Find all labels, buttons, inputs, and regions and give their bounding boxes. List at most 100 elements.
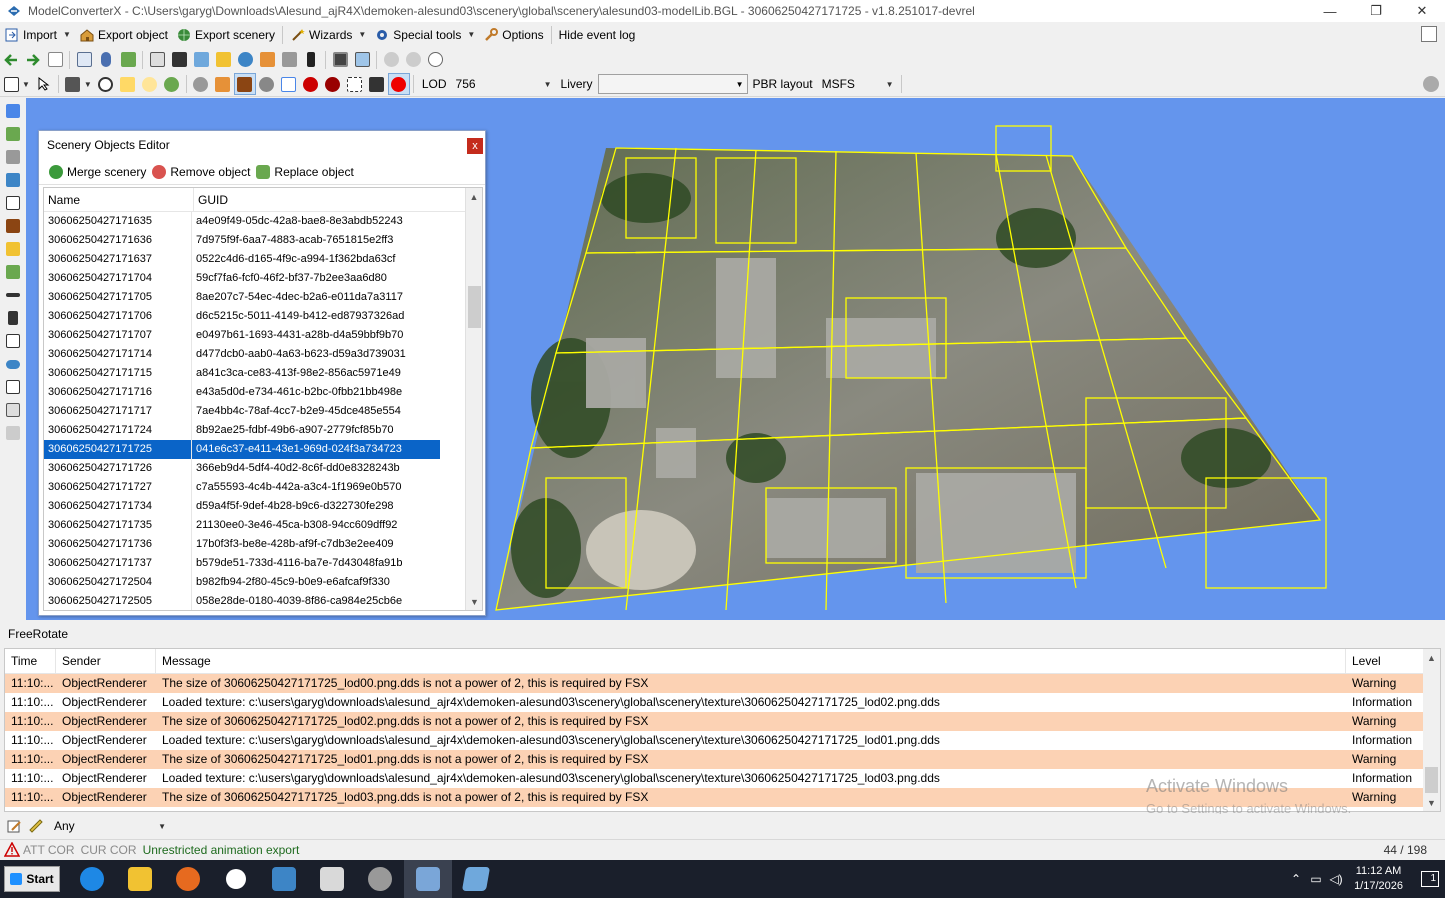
table-row[interactable]: 30606250427171635 a4e09f49-05dc-42a8-bae8… <box>44 212 482 231</box>
table-row[interactable]: 30606250427171716 e43a5d0d-e734-461c-b2bc… <box>44 383 482 402</box>
table-row[interactable]: 30606250427171707 e0497b61-1693-4431-a28b… <box>44 326 482 345</box>
scroll-up-icon[interactable]: ▲ <box>1423 649 1440 666</box>
network-icon[interactable]: ▭ <box>1306 860 1326 898</box>
airplane-icon[interactable] <box>3 307 23 329</box>
node-graph-icon[interactable] <box>3 169 23 191</box>
table-row[interactable]: 30606250427172505 058e28de-0180-4039-8f86… <box>44 592 482 610</box>
table-row[interactable]: 30606250427171717 7ae4bb4c-78af-4cc7-b2e9… <box>44 402 482 421</box>
level-filter-select[interactable]: Any ▼ <box>50 816 170 836</box>
pin-icon[interactable] <box>95 49 117 71</box>
terrain-icon[interactable] <box>3 261 23 283</box>
measure-icon[interactable] <box>3 284 23 306</box>
table-row[interactable]: 30606250427171704 59cf7fa6-fcf0-46f2-bf37… <box>44 269 482 288</box>
table-row[interactable]: 30606250427171715 a841c3ca-ce83-413f-98e2… <box>44 364 482 383</box>
column-guid-header[interactable]: GUID <box>194 188 464 212</box>
log-row[interactable]: 11:10:... ObjectRenderer Loaded texture: c… <box>5 731 1440 750</box>
column-level-header[interactable]: Level <box>1346 648 1424 674</box>
column-message-header[interactable]: Message <box>156 648 1346 674</box>
clock[interactable]: 11:12 AM 1/17/2026 <box>1354 864 1403 894</box>
table-row[interactable]: 30606250427171725 041e6c37-e411-43e1-969d… <box>44 440 482 459</box>
table-row[interactable]: 30606250427171706 d6c5215c-5011-4149-b412… <box>44 307 482 326</box>
redo-icon[interactable] <box>402 49 424 71</box>
table-row[interactable]: 30606250427171727 c7a55593-4c4b-442a-a3c4… <box>44 478 482 497</box>
table-row[interactable]: 30606250427172504 b982fb94-2f80-45c9-b0e9… <box>44 573 482 592</box>
table-row[interactable]: 30606250427171705 8ae207c7-54ec-4dec-b2a6… <box>44 288 482 307</box>
magic-tool-icon[interactable] <box>3 123 23 145</box>
shape-icon[interactable] <box>366 73 388 95</box>
log-row[interactable]: 11:10:... ObjectRenderer The size of 30606… <box>5 674 1440 693</box>
layout-icon[interactable] <box>1421 26 1437 42</box>
special-tools-menu[interactable]: Special tools ▼ <box>370 24 479 46</box>
table-row[interactable]: 30606250427171736 17b0f3f3-be8e-428b-af9f… <box>44 535 482 554</box>
column-name-header[interactable]: Name <box>44 188 194 212</box>
folder-icon[interactable] <box>212 49 234 71</box>
table-row[interactable]: 30606250427171636 7d975f9f-6aa7-4883-acab… <box>44 231 482 250</box>
volume-icon[interactable]: ◁) <box>1326 860 1346 898</box>
light-bulb-icon[interactable] <box>139 73 161 95</box>
scroll-up-icon[interactable]: ▲ <box>466 188 482 205</box>
maximize-button[interactable]: ❐ <box>1353 0 1399 22</box>
sparkle-icon[interactable] <box>117 73 139 95</box>
firefox-icon[interactable] <box>164 860 212 898</box>
box-select-icon[interactable] <box>3 192 23 214</box>
texture-icon[interactable] <box>146 49 168 71</box>
reset-icon[interactable] <box>424 49 446 71</box>
modelconverterx-taskbar-icon[interactable] <box>404 860 452 898</box>
table-row[interactable]: 30606250427171735 21130ee0-3e46-45ca-b308… <box>44 516 482 535</box>
scrollbar-thumb[interactable] <box>1425 767 1438 793</box>
table-row[interactable]: 30606250427171714 d477dcb0-aab0-4a63-b623… <box>44 345 482 364</box>
refresh-icon[interactable] <box>161 73 183 95</box>
red-ball-icon[interactable] <box>300 73 322 95</box>
column-sender-header[interactable]: Sender <box>56 648 156 674</box>
cube-icon[interactable] <box>212 73 234 95</box>
material-icon[interactable] <box>3 215 23 237</box>
settings-cog-icon[interactable] <box>190 73 212 95</box>
picture-icon[interactable] <box>351 49 373 71</box>
chevron-up-icon[interactable]: ⌃ <box>1286 860 1306 898</box>
photo-viewer-icon[interactable] <box>260 860 308 898</box>
wireframe-icon[interactable] <box>344 73 366 95</box>
log-scrollbar[interactable]: ▲ ▼ <box>1423 649 1440 811</box>
import-menu[interactable]: Import ▼ <box>0 24 75 46</box>
settings-gear-icon[interactable] <box>212 860 260 898</box>
scale-icon[interactable] <box>3 330 23 352</box>
textured-cube-icon[interactable] <box>233 73 256 95</box>
log-row[interactable]: 11:10:... ObjectRenderer The size of 30606… <box>5 750 1440 769</box>
image-editor-icon[interactable] <box>308 860 356 898</box>
column-time-header[interactable]: Time <box>5 648 56 674</box>
grid-icon[interactable] <box>278 49 300 71</box>
red-ball-2-icon[interactable] <box>322 73 344 95</box>
earth-icon[interactable] <box>234 49 256 71</box>
flag-icon[interactable] <box>3 422 23 444</box>
merge-scenery-button[interactable]: Merge scenery <box>49 164 146 179</box>
camera-icon[interactable] <box>62 73 84 95</box>
monitor-icon[interactable] <box>329 49 351 71</box>
chevron-down-icon[interactable]: ▼ <box>84 80 92 89</box>
table-row[interactable]: 30606250427171724 8b92ae25-fdbf-49b6-a907… <box>44 421 482 440</box>
editor-close-button[interactable]: x <box>467 138 483 154</box>
remove-object-button[interactable]: Remove object <box>152 164 250 179</box>
file-explorer-icon[interactable] <box>116 860 164 898</box>
edit-notes-icon[interactable] <box>6 818 22 834</box>
hide-event-log-button[interactable]: Hide event log <box>555 24 640 46</box>
clear-filter-icon[interactable] <box>28 818 44 834</box>
livery-select[interactable]: ▼ <box>597 74 748 94</box>
normals-icon[interactable] <box>278 73 300 95</box>
table-row[interactable]: 30606250427171734 d59a4f5f-9def-4b28-b9c6… <box>44 497 482 516</box>
back-arrow-icon[interactable] <box>0 49 22 71</box>
options-button[interactable]: Options <box>479 24 547 46</box>
table-row[interactable]: 30606250427171737 b579de51-733d-4116-ba7e… <box>44 554 482 573</box>
inspect-icon[interactable] <box>73 49 95 71</box>
export-arrow-icon[interactable] <box>3 399 23 421</box>
pbr-layout-select[interactable]: MSFS ▼ <box>818 75 898 94</box>
chevron-down-icon[interactable]: ▼ <box>22 80 30 89</box>
log-row[interactable]: 11:10:... ObjectRenderer Loaded texture: c… <box>5 693 1440 712</box>
pencil-icon[interactable] <box>3 146 23 168</box>
crosshair-icon[interactable] <box>95 73 117 95</box>
scroll-down-icon[interactable]: ▼ <box>466 593 482 610</box>
image-icon[interactable] <box>190 49 212 71</box>
undo-icon[interactable] <box>380 49 402 71</box>
notification-icon[interactable]: 1 <box>1415 860 1445 898</box>
table-row[interactable]: 30606250427171637 0522c4d6-d165-4f9c-a994… <box>44 250 482 269</box>
grid-view-icon[interactable] <box>3 100 23 122</box>
